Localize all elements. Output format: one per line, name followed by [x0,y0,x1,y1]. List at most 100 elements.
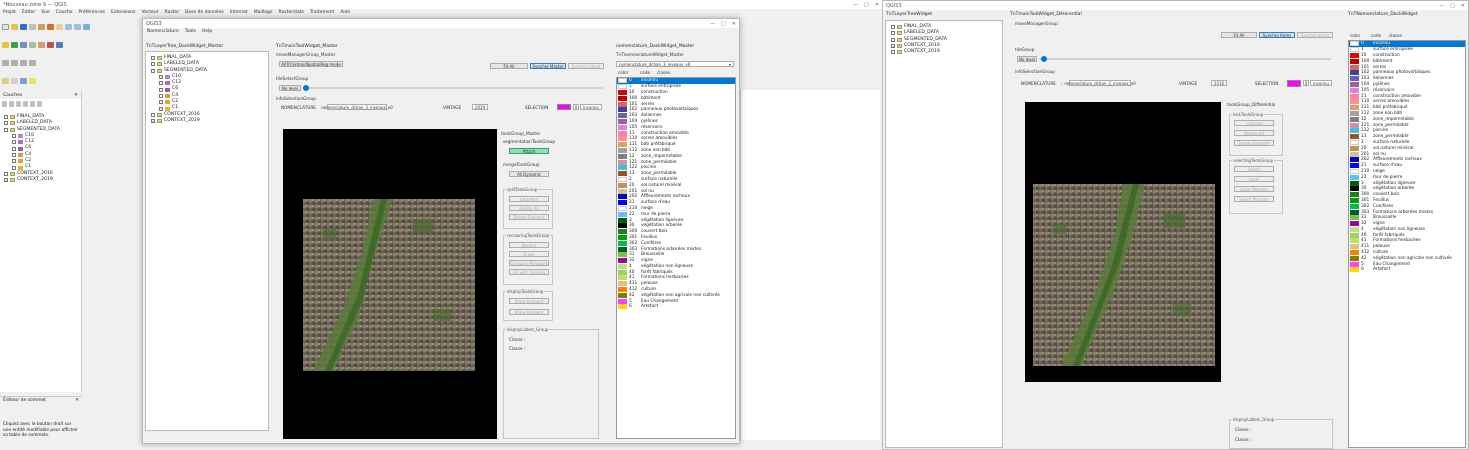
layer-checkbox[interactable]: ✓ [151,119,155,124]
layer-checkbox[interactable]: ✓ [4,178,8,183]
right-level-slider-track[interactable] [1039,58,1331,60]
layer-checkbox[interactable] [4,127,8,132]
menu-item[interactable]: Extensions [111,10,135,15]
close-icon[interactable]: ✕ [75,398,79,403]
select-icon[interactable] [29,77,36,84]
fit-all-button[interactable]: Fit All [490,63,528,69]
minimize-icon[interactable]: — [1439,3,1444,9]
refresh-button[interactable]: AllTrCentroidSpatialReg mode [279,61,343,67]
recolor-button[interactable]: Recolor [509,242,549,248]
save-project-icon[interactable] [20,23,27,30]
compare-polygons-button[interactable]: Compare Polygons [509,260,549,266]
menu-item[interactable]: Base de données [185,10,224,15]
new-project-icon[interactable] [2,23,9,30]
nomenclature-row[interactable]: 6 Artefact [1349,267,1465,273]
layout-icon[interactable] [38,23,45,30]
layer-checkbox[interactable] [12,134,16,139]
digitize-icon[interactable] [11,41,18,48]
layer-checkbox[interactable] [159,106,163,111]
no-level-button[interactable]: No level [279,85,301,91]
fill-polygon-button[interactable]: Fill with Polygon [509,269,549,275]
style-manager-icon[interactable] [47,23,54,30]
menu-item[interactable]: Vecteur [141,10,158,15]
measure-icon[interactable] [11,77,18,84]
right-nomenclature-list[interactable]: 0 inconnu 1 surface entropisée 10 constructio… [1348,40,1466,448]
layer-checkbox[interactable] [12,140,16,145]
menu-item[interactable]: Éditer [22,10,35,15]
undefine-button[interactable]: Undefine [509,196,549,202]
merge-icon[interactable] [20,59,27,66]
show-element-button-1[interactable]: Show Element [509,298,549,304]
layer-checkbox[interactable] [159,81,163,86]
menu-item[interactable]: Aide [340,10,350,15]
split-icon[interactable] [11,59,18,66]
level-slider-track[interactable] [303,87,603,89]
add-group-icon[interactable] [9,101,14,107]
menu-item[interactable]: Couche [56,10,73,15]
layer-checkbox[interactable] [159,87,163,92]
right-no-level-button[interactable]: No level [1017,56,1037,62]
layer-row[interactable]: ✓ CONTEXT_2019 [151,118,207,124]
style-icon[interactable] [2,101,7,107]
delete-icon[interactable] [47,41,54,48]
menu-item[interactable]: Vue [41,10,49,15]
maximize-icon[interactable]: □ [721,21,726,27]
collapse-icon[interactable] [37,101,42,107]
visibility-icon[interactable] [16,101,21,107]
all-dynamic-button[interactable]: All Dynamic [509,171,549,177]
layer-checkbox[interactable] [891,37,895,42]
layer-checkbox[interactable] [159,93,163,98]
node-tool-icon[interactable] [2,59,9,66]
right-delete-element-button[interactable]: Delete Element [1234,140,1274,146]
differential-image-canvas[interactable] [1025,102,1221,382]
delete-all-button[interactable]: Delete All [509,205,549,211]
erase-button[interactable]: Erase [509,251,549,257]
layer-checkbox[interactable] [12,152,16,157]
delete-element-button[interactable]: Delete Element [509,214,549,220]
master-image-canvas[interactable] [283,129,497,439]
layer-checkbox[interactable] [151,112,155,117]
right-delete-all-button[interactable]: Delete All [1234,130,1274,136]
minimize-icon[interactable]: — [853,2,858,8]
nomenclature-row[interactable]: 6 Artefact [617,304,735,310]
select-polygon-button[interactable]: Select Polygon [1234,196,1274,202]
layer-checkbox[interactable] [151,62,155,67]
menu-item[interactable]: Maillage [254,10,273,15]
menu-item[interactable]: Nomenclature [147,29,179,34]
layer-checkbox[interactable] [159,75,163,80]
menu-item[interactable]: Raster [165,10,180,15]
layer-checkbox[interactable] [891,50,895,55]
edit-toggle-icon[interactable] [2,41,9,48]
layer-checkbox[interactable] [4,121,8,126]
layer-checkbox[interactable] [12,159,16,164]
menu-item[interactable]: Projet [3,10,16,15]
menu-item[interactable]: Internet [230,10,248,15]
expand-icon[interactable] [30,101,35,107]
right-undo-button[interactable]: Undo [1234,176,1274,182]
locking-button[interactable]: Locking [1234,120,1274,126]
close-icon[interactable]: ✕ [732,21,736,27]
menu-item[interactable]: Rasterstats [278,10,304,15]
layer-row[interactable]: ✓ CONTEXT_2019 [4,177,60,183]
synchro-slave-button[interactable]: Synchro Slave [568,63,604,69]
attach-button[interactable]: Attach [509,148,549,154]
right-select-button[interactable]: Select [1234,166,1274,172]
layer-checkbox[interactable] [4,115,8,120]
nomenclature-list[interactable]: 0 inconnu 1 surface entropisée 10 constructio… [616,77,736,439]
layer-checkbox[interactable] [4,171,8,176]
pan-icon[interactable] [56,23,63,30]
nomenclature-row[interactable]: 42 végétation non agricole non cultivée [617,292,735,298]
filter-icon[interactable] [23,101,28,107]
maximize-icon[interactable]: □ [1450,3,1455,9]
attribute-icon[interactable] [56,41,63,48]
nomenclature-dropdown[interactable]: nomenclature_dchan_3_niveaux_v0 ▾ [616,61,734,67]
layer-checkbox[interactable] [891,25,895,30]
show-element-button-2[interactable]: Show Element [509,309,549,315]
layer-checkbox[interactable] [12,146,16,151]
close-icon[interactable]: ✕ [875,2,879,8]
layer-row[interactable]: CONTEXT_2019 [891,49,947,55]
menu-item[interactable]: Préférences [79,10,105,15]
right-synchro-button[interactable]: Synchro Items [1259,32,1295,38]
identify-icon[interactable] [20,77,27,84]
rotate-icon[interactable] [29,59,36,66]
